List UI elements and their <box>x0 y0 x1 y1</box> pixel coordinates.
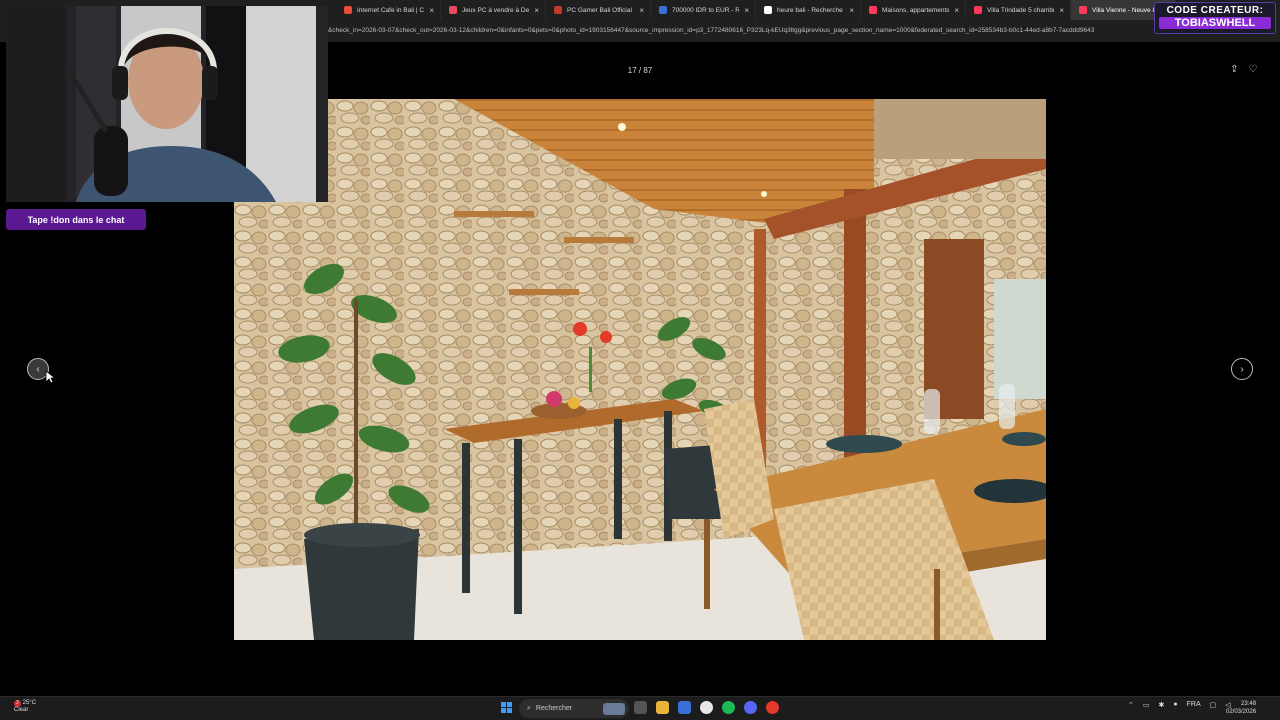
tab-favicon-icon <box>659 6 667 14</box>
tab-title: PC Gamer Bali Official | Ra <box>567 6 634 14</box>
browser-tab[interactable]: PC Gamer Bali Official | Ra × <box>546 0 651 20</box>
url-text[interactable]: &check_in=2026-03-07&check_out=2026-03-1… <box>328 24 1158 38</box>
next-photo-button[interactable]: › <box>1231 358 1253 380</box>
notification-badge: 2 <box>14 700 21 707</box>
browser-tab[interactable]: Maisons, appartements e × <box>861 0 966 20</box>
language-indicator[interactable]: FRA <box>1187 701 1201 709</box>
monitor-icon[interactable]: ▢ <box>1210 701 1217 709</box>
file-explorer-icon[interactable] <box>656 701 669 714</box>
streamer-webcam <box>6 6 328 202</box>
close-icon[interactable]: × <box>429 6 434 15</box>
creator-label: CODE CREATEUR: <box>1166 5 1264 16</box>
discord-icon[interactable] <box>744 701 757 714</box>
listing-photo <box>234 99 1046 640</box>
task-view-icon[interactable] <box>634 701 647 714</box>
clock-date: 02/03/2026 <box>1226 709 1257 715</box>
windows-start-icon[interactable] <box>501 702 513 714</box>
search-placeholder: Rechercher <box>535 705 573 712</box>
weather-desc: Clear <box>14 707 29 713</box>
search-highlight-icon <box>603 702 625 715</box>
browser-tab[interactable]: heure bali - Recherche Go × <box>756 0 861 20</box>
tab-title: Jeux PC à vendre à Denpa <box>462 6 530 14</box>
tab-favicon-icon <box>974 6 982 14</box>
weather-temp: 25°C <box>22 700 37 706</box>
mouse-cursor-icon <box>45 370 55 384</box>
tab-favicon-icon <box>449 6 457 14</box>
tab-title: Villa Vienne - Neuve 8 Ch <box>1092 6 1160 14</box>
tab-title: heure bali - Recherche Go <box>777 6 844 14</box>
tab-favicon-icon <box>554 6 562 14</box>
tab-favicon-icon <box>344 6 352 14</box>
browser-tab[interactable]: Internet Cafe in Bali | CYB × <box>336 0 441 20</box>
close-icon[interactable]: × <box>849 6 854 15</box>
bluetooth-icon[interactable]: ✱ <box>1159 701 1165 709</box>
browser-tab[interactable]: Villa Trindade 5 chambres × <box>966 0 1071 20</box>
search-icon: ⌕ <box>527 704 531 712</box>
chat-command-banner: Tape !don dans le chat <box>6 209 146 230</box>
close-icon[interactable]: × <box>1059 6 1064 15</box>
microphone-icon[interactable]: ● <box>1173 701 1177 709</box>
photo-illustration <box>234 99 1046 640</box>
network-icon[interactable]: ▭ <box>1143 701 1150 709</box>
tab-favicon-icon <box>1079 6 1087 14</box>
tab-favicon-icon <box>869 6 877 14</box>
browser-tab[interactable]: Jeux PC à vendre à Denpa × <box>441 0 546 20</box>
creator-name: TOBIASWHELL <box>1159 17 1271 29</box>
calculator-icon[interactable] <box>678 701 691 714</box>
close-icon[interactable]: × <box>639 6 644 15</box>
weather-widget[interactable]: 2 25°C Clear <box>14 700 36 714</box>
webcam-illustration <box>6 6 328 202</box>
close-icon[interactable]: × <box>534 6 539 15</box>
app-icon[interactable] <box>766 701 779 714</box>
taskbar-clock[interactable]: 23:48 02/03/2026 <box>1226 700 1256 716</box>
photo-counter: 17 / 87 <box>627 66 653 75</box>
tab-title: Villa Trindade 5 chambres <box>987 6 1055 14</box>
tab-title: Internet Cafe in Bali | CYB <box>357 6 425 14</box>
browser-tab[interactable]: 700000 IDR to EUR - Reu × <box>651 0 756 20</box>
creator-code-badge: CODE CREATEUR: TOBIASWHELL <box>1154 2 1276 34</box>
share-icon[interactable]: ⇪ <box>1230 64 1238 75</box>
chevron-up-icon[interactable]: ⌃ <box>1128 701 1134 709</box>
heart-icon[interactable]: ♡ <box>1248 64 1257 75</box>
close-icon[interactable]: × <box>954 6 959 15</box>
windows-taskbar: 2 25°C Clear ⌕ Rechercher ⌃ ▭ ✱ ● FRA ▢ … <box>0 696 1280 720</box>
system-tray: ⌃ ▭ ✱ ● FRA ▢ ◁ <box>1128 701 1231 709</box>
tab-title: 700000 IDR to EUR - Reu <box>672 6 740 14</box>
tab-favicon-icon <box>764 6 772 14</box>
spotify-icon[interactable] <box>722 701 735 714</box>
chrome-icon[interactable] <box>700 701 713 714</box>
taskbar-search[interactable]: ⌕ Rechercher <box>519 699 629 718</box>
clock-time: 23:48 <box>1241 701 1257 707</box>
close-icon[interactable]: × <box>744 6 749 15</box>
tab-title: Maisons, appartements e <box>882 6 950 14</box>
